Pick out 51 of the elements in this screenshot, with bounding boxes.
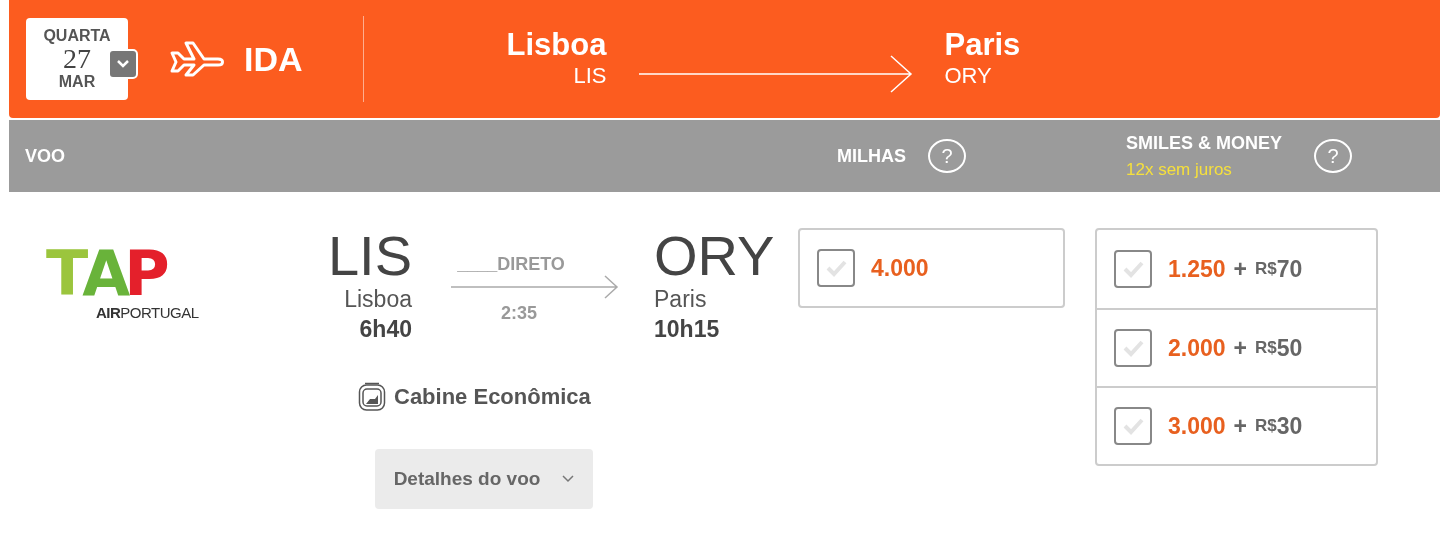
duration-label: 2:35: [501, 302, 537, 325]
origin-city: Lisboa: [506, 28, 607, 62]
currency-symbol: R$: [1255, 415, 1277, 438]
plus-sign: +: [1233, 333, 1247, 363]
check-icon: [825, 259, 847, 277]
date-dropdown-button[interactable]: [108, 49, 138, 79]
checkbox[interactable]: [817, 249, 855, 287]
check-icon: [1122, 260, 1144, 278]
date-weekday: QUARTA: [43, 27, 111, 45]
checkbox[interactable]: [1114, 329, 1152, 367]
checkbox[interactable]: [1114, 250, 1152, 288]
miles-price: 3.000: [1168, 411, 1226, 441]
checkbox[interactable]: [1114, 407, 1152, 445]
money-amount: 50: [1276, 333, 1303, 363]
departure-city: Lisboa: [344, 285, 412, 314]
arrival-code: ORY: [654, 228, 775, 284]
help-button[interactable]: ?: [928, 139, 966, 173]
column-heading: VOO: [25, 144, 65, 168]
miles-price: 1.250: [1168, 254, 1226, 284]
date-month: MAR: [58, 73, 96, 91]
miles-price: 2.000: [1168, 333, 1226, 363]
currency-symbol: R$: [1255, 258, 1277, 281]
destination-city: Paris: [944, 28, 1021, 62]
column-heading: MILHAS: [837, 144, 906, 168]
seat-icon: [358, 381, 386, 412]
money-amount: 70: [1276, 254, 1303, 284]
plus-sign: +: [1233, 254, 1247, 284]
origin-code: LIS: [573, 62, 607, 90]
column-heading: SMILES & MONEY: [1126, 131, 1283, 155]
check-icon: [1122, 417, 1144, 435]
chevron-icon: [116, 59, 130, 69]
details-button[interactable]: Detalhes do voo: [375, 449, 593, 509]
direction-label: IDA: [244, 38, 303, 80]
money-amount: 30: [1276, 411, 1303, 441]
miles-price: 4.000: [871, 253, 929, 283]
departure-code: LIS: [327, 228, 412, 284]
help-button[interactable]: ?: [1314, 139, 1353, 173]
logo-drawing: TAP: [46, 246, 164, 302]
check-icon: [1122, 339, 1144, 357]
cabin-label: Cabine Econômica: [394, 383, 591, 411]
stops-label: ____DIRETO: [457, 254, 565, 274]
date-day: 27: [63, 45, 91, 73]
chevron-icon: [562, 475, 575, 483]
installments-note: 12x sem juros: [1126, 158, 1233, 181]
departure-time: 6h40: [359, 315, 412, 344]
plus-sign: +: [1233, 411, 1247, 441]
currency-symbol: R$: [1255, 337, 1277, 360]
arrival-city: Paris: [654, 285, 707, 314]
destination-code: ORY: [944, 62, 993, 90]
arrival-time: 10h15: [654, 315, 720, 344]
logo-subtitle: AIRPORTUGAL: [96, 303, 199, 323]
